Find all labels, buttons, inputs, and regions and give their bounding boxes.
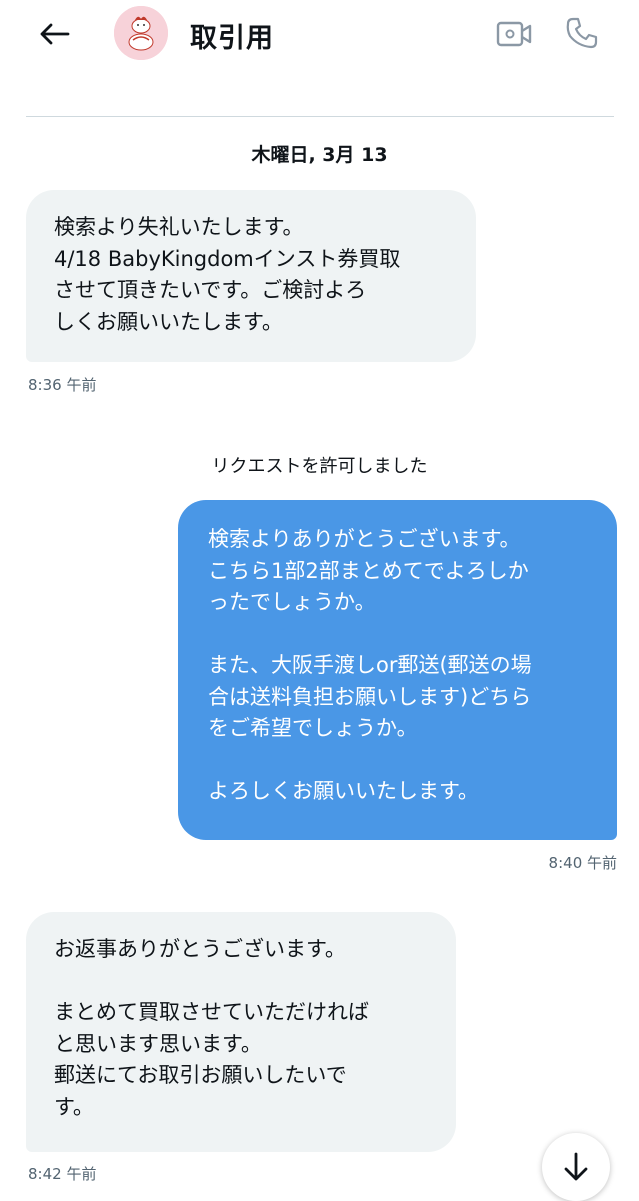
header-divider	[26, 116, 614, 117]
page-title: 取引用	[190, 23, 274, 54]
message-incoming-1[interactable]: 検索より失礼いたします。 4/18 BabyKingdomインスト券買取 させて…	[26, 190, 476, 362]
voice-call-button[interactable]	[561, 12, 603, 54]
avatar[interactable]	[114, 6, 168, 60]
message-incoming-2[interactable]: お返事ありがとうございます。 まとめて買取させていただければ と思います思います…	[26, 912, 456, 1152]
conversation-header: 取引用	[0, 0, 639, 78]
message-timestamp-3: 8:42 午前	[28, 1165, 97, 1183]
avatar-illustration	[114, 6, 168, 60]
back-button[interactable]	[30, 14, 78, 54]
arrow-down-icon	[564, 1152, 588, 1181]
message-timestamp-1: 8:36 午前	[28, 376, 97, 394]
arrow-left-icon	[40, 23, 70, 45]
system-message: リクエストを許可しました	[211, 456, 428, 477]
video-call-icon	[496, 21, 532, 47]
scroll-to-bottom-button[interactable]	[542, 1133, 610, 1201]
date-separator: 木曜日, 3月 13	[251, 144, 388, 166]
phone-icon	[566, 17, 598, 49]
video-call-button[interactable]	[494, 14, 534, 54]
message-outgoing-1[interactable]: 検索よりありがとうございます。 こちら1部2部まとめてでよろしか ったでしょうか…	[178, 500, 617, 840]
message-timestamp-2: 8:40 午前	[548, 854, 617, 872]
